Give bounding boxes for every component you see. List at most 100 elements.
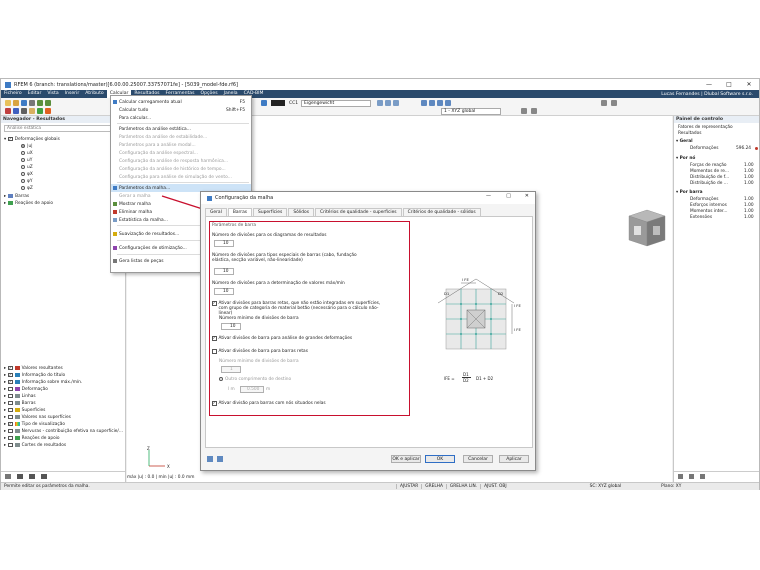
member-icon[interactable] [21,108,27,114]
result-icon-2[interactable] [385,100,391,106]
nodes-on-bars-checkbox[interactable]: ✓ [212,401,217,406]
group-per-bar[interactable]: ▾ Por barra [676,190,703,195]
checkbox[interactable]: ✓ [8,422,13,427]
straight-bars-checkbox[interactable] [212,349,217,354]
tree-uz[interactable]: uZ [21,164,33,170]
display-item[interactable]: ▸ Cortes de resultados [4,442,66,448]
load-case-select[interactable]: Eigengewicht [301,99,371,107]
radio[interactable] [21,186,25,190]
menu-attribute[interactable]: Atributo [82,90,106,98]
close-button[interactable]: ✕ [739,79,759,90]
min-divisions-input[interactable]: 10 [221,323,241,330]
checkbox[interactable] [8,414,13,420]
display-item[interactable]: ▸ Valores nas superfícies [4,414,71,420]
cancel-button[interactable]: Cancelar [463,455,493,463]
support-icon[interactable] [37,108,43,114]
dialog-minimize-button[interactable]: — [486,193,491,199]
save-icon[interactable] [21,100,27,106]
zoom-icon[interactable] [531,108,537,114]
dialog-maximize-button[interactable]: □ [506,193,511,199]
checkbox[interactable] [8,400,13,406]
integrated-divisions-option[interactable]: ✓ Ativar divisões para barras retas, que… [212,301,387,317]
table-icon[interactable] [611,100,617,106]
tree-uy[interactable]: uY [21,157,32,163]
maximize-button[interactable]: □ [719,79,739,90]
tab-members[interactable]: Barras [227,208,253,216]
menu-file[interactable]: Ficheiro [1,90,25,98]
display-item[interactable]: ▸ ✓ Valores resultantes [4,365,63,371]
tree-members[interactable]: ▸ Barras [4,193,29,199]
tab-general[interactable]: Geral [205,208,227,216]
menu-item-calc-all[interactable]: Calcular tudo Shift+F5 [111,106,251,114]
line-grid-toggle[interactable]: GRELHA LIN. [445,484,480,489]
group-per-node[interactable]: ▾ Por nó [676,156,695,161]
nodes-on-bars-option[interactable]: ✓ Ativar divisão para barras com nós sit… [212,401,326,406]
checkbox[interactable]: ✓ [8,373,13,378]
display-item[interactable]: ▸ ✓ Informação sobre máx./mín. [4,379,82,385]
render-icon[interactable] [521,108,527,114]
checkbox[interactable] [8,442,13,448]
tree-global-deformations[interactable]: ▾ ✓ Deformações globais [4,136,60,142]
ok-button[interactable]: OK [425,455,455,463]
large-deformation-checkbox[interactable]: ✓ [212,336,217,341]
snap-toggle[interactable]: AJUSTAR [396,484,421,489]
checkbox[interactable] [8,407,13,413]
expand-icon[interactable]: ▸ [4,201,6,206]
grid-toggle[interactable]: GRELHA [421,484,446,489]
calc-icon[interactable] [261,100,267,106]
display-item[interactable]: ▸ Barras [4,400,36,406]
ok-apply-button[interactable]: OK e aplicar [391,455,421,463]
object-snap-toggle[interactable]: AJUST. OBJ [480,484,510,489]
checkbox[interactable]: ✓ [8,380,13,385]
result-icon-1[interactable] [377,100,383,106]
integrated-divisions-checkbox[interactable]: ✓ [212,301,217,306]
checkbox[interactable] [8,435,13,441]
display-item[interactable]: ▸ Reações de apoio [4,435,60,441]
results-tab-icon[interactable] [41,474,47,479]
tree-phix[interactable]: φX [21,171,33,177]
tab-surfaces[interactable]: Superfícies [253,208,288,216]
special-divisions-input[interactable]: 10 [214,268,234,275]
large-deformation-option[interactable]: ✓ Ativar divisões de barra para análise … [212,336,352,341]
new-file-icon[interactable] [5,100,11,106]
factor-value[interactable]: 1.00 [744,175,754,180]
factor-value[interactable]: 1.00 [744,197,754,202]
display-item[interactable]: ▸ ✓ Tipo de visualização [4,421,65,427]
menu-edit[interactable]: Editar [25,90,45,98]
load-case-box[interactable] [271,100,285,106]
expand-icon[interactable]: ▸ [4,194,6,199]
checkbox[interactable] [8,386,13,392]
result-icon-3[interactable] [393,100,399,106]
checkbox[interactable] [8,393,13,399]
menu-item-static-params[interactable]: Parâmetros da análise estática... [111,125,251,133]
straight-bars-option[interactable]: Ativar divisões de barra para barras ret… [212,349,308,354]
display-item[interactable]: ▸ ✓ Informação do título [4,372,65,378]
surface-icon[interactable] [29,108,35,114]
menu-insert[interactable]: Inserir [62,90,83,98]
radio[interactable] [21,158,25,162]
settings-icon[interactable] [700,474,705,479]
display-item[interactable]: ▸ Nervuras - contribuição efetiva na supe… [4,428,123,434]
redo-icon[interactable] [45,100,51,106]
filter-icon[interactable] [689,474,694,479]
view-front-icon[interactable] [429,100,435,106]
radio[interactable] [21,179,25,183]
factor-value[interactable]: 1.00 [744,203,754,208]
display-item[interactable]: ▸ Superfícies [4,407,45,413]
menu-item-calc-current[interactable]: Calcular carregamento atual F5 [111,98,251,106]
views-tab-icon[interactable] [29,474,35,479]
tree-ux[interactable]: uX [21,150,33,156]
view-cube-icon[interactable] [625,206,669,250]
factor-value[interactable]: 1.00 [744,163,754,168]
dialog-close-button[interactable]: ✕ [525,193,529,199]
checkbox[interactable]: ✓ [8,137,13,142]
radio[interactable] [21,165,25,169]
tab-quality-surfaces[interactable]: Critérios de qualidade - superfícies [315,208,402,216]
scale-icon[interactable] [678,474,683,479]
factor-value[interactable]: 1.00 [744,169,754,174]
view-top-icon[interactable] [445,100,451,106]
maxmin-divisions-input[interactable]: 10 [214,288,234,295]
view-iso-icon[interactable] [421,100,427,106]
factor-value[interactable]: 1.00 [744,209,754,214]
tab-solids[interactable]: Sólidos [288,208,314,216]
